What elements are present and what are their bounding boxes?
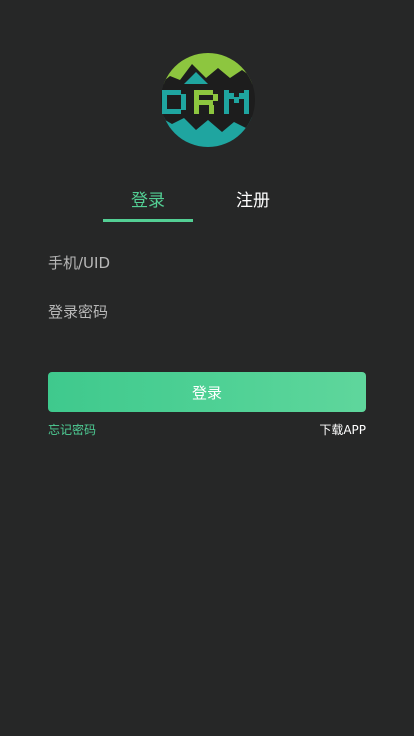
tab-register[interactable]: 注册 [210,186,296,222]
password-input[interactable] [48,296,366,328]
drm-logo [160,50,256,150]
tab-login[interactable]: 登录 [103,186,193,222]
download-app-link[interactable]: 下载APP [319,421,366,438]
phone-uid-input[interactable] [48,247,366,279]
forgot-password-link[interactable]: 忘记密码 [48,421,96,438]
login-button[interactable]: 登录 [48,372,366,412]
active-tab-indicator [103,219,193,222]
auth-tabs: 登录 注册 [0,186,414,226]
